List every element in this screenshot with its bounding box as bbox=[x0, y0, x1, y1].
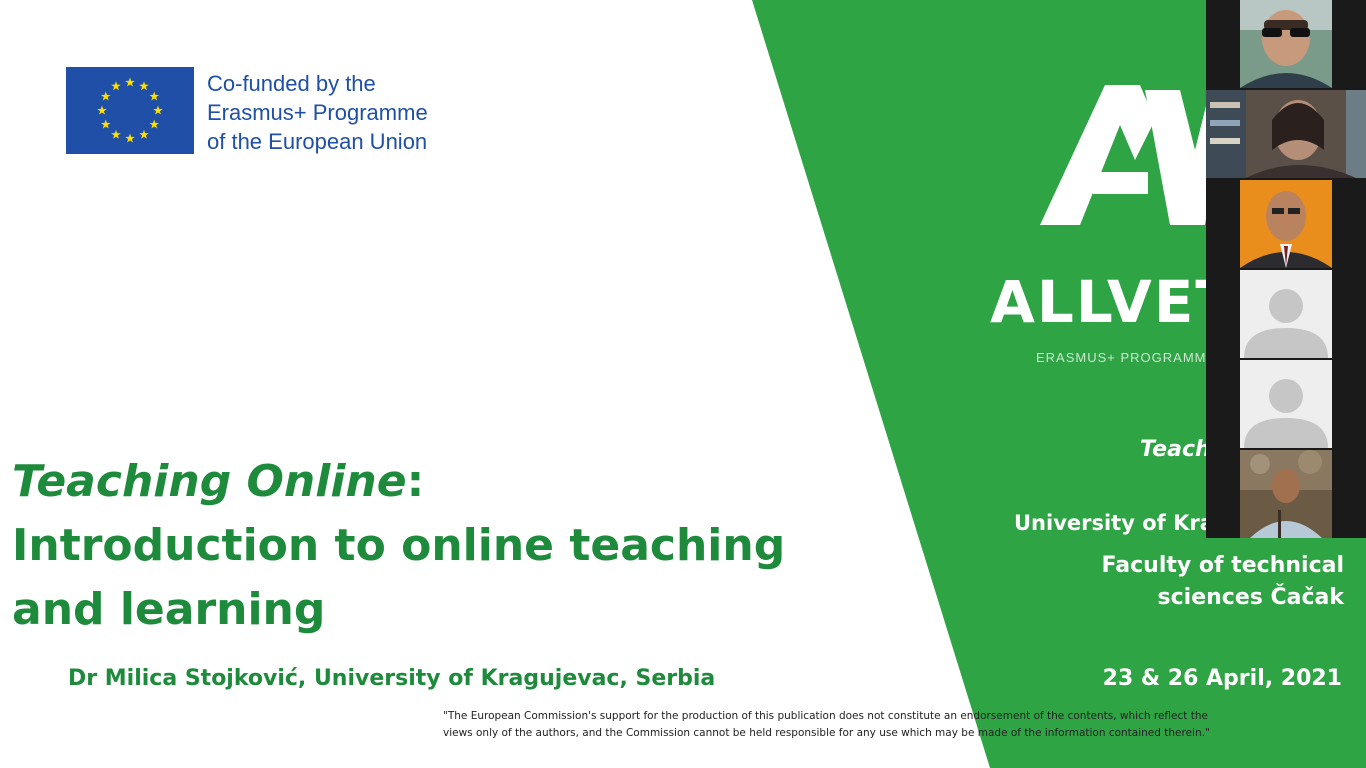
event-date: 23 & 26 April, 2021 bbox=[1102, 666, 1342, 691]
title-line1: Teaching Online: bbox=[12, 450, 912, 514]
faculty-label: Faculty of technical sciences Čačak bbox=[1044, 550, 1344, 614]
presentation-slide: Co-funded by the Erasmus+ Programme of t… bbox=[0, 0, 1366, 768]
participant-video-strip[interactable] bbox=[1206, 0, 1366, 538]
eu-star-icon bbox=[101, 119, 111, 129]
title-line3: and learning bbox=[12, 584, 326, 635]
allvet-av-logo-icon bbox=[1040, 85, 1225, 225]
slide-title: Teaching Online: Introduction to online … bbox=[12, 450, 912, 642]
eu-star-icon bbox=[111, 129, 121, 139]
eu-star-icon bbox=[153, 105, 163, 115]
person-glasses-icon bbox=[1206, 90, 1366, 178]
eu-stars-icon bbox=[97, 77, 163, 143]
eu-star-icon bbox=[139, 81, 149, 91]
person-suit-icon bbox=[1240, 180, 1332, 268]
eu-flag-logo bbox=[66, 67, 194, 154]
eu-star-icon bbox=[149, 91, 159, 101]
eu-cofunded-text: Co-funded by the Erasmus+ Programme of t… bbox=[207, 69, 507, 156]
eu-star-icon bbox=[111, 81, 121, 91]
person-outdoor-icon bbox=[1240, 450, 1332, 538]
disclaimer-line1: "The European Commission's support for t… bbox=[443, 710, 1208, 722]
eu-text-line3: of the European Union bbox=[207, 129, 428, 154]
participant-tile-5[interactable] bbox=[1240, 360, 1332, 448]
eu-star-icon bbox=[101, 91, 111, 101]
eu-star-icon bbox=[125, 77, 135, 87]
eu-disclaimer: "The European Commission's support for t… bbox=[443, 708, 1343, 742]
person-sunglasses-icon bbox=[1240, 0, 1332, 88]
right-university-label: University of Kragujevac bbox=[1014, 511, 1224, 535]
eu-star-icon bbox=[125, 133, 135, 143]
participant-tile-6[interactable] bbox=[1240, 450, 1332, 538]
faculty-line2: sciences Čačak bbox=[1157, 585, 1344, 610]
eu-text-line1: Co-funded by the bbox=[207, 71, 376, 96]
participant-tile-3[interactable] bbox=[1240, 180, 1332, 268]
author-line: Dr Milica Stojković, University of Kragu… bbox=[68, 666, 716, 691]
eu-star-icon bbox=[139, 129, 149, 139]
title-italic: Teaching Online bbox=[12, 456, 407, 507]
eu-star-icon bbox=[149, 119, 159, 129]
default-avatar-icon bbox=[1240, 360, 1332, 448]
title-line2: Introduction to online teaching bbox=[12, 520, 786, 571]
participant-tile-4[interactable] bbox=[1240, 270, 1332, 358]
disclaimer-line2: views only of the authors, and the Commi… bbox=[443, 727, 1210, 739]
right-teaching-label: Teaching bbox=[1140, 437, 1210, 462]
participant-tile-1[interactable] bbox=[1240, 0, 1332, 88]
default-avatar-icon bbox=[1240, 270, 1332, 358]
title-colon: : bbox=[406, 456, 425, 507]
participant-tile-2[interactable] bbox=[1206, 90, 1366, 178]
eu-text-line2: Erasmus+ Programme bbox=[207, 100, 428, 125]
eu-star-icon bbox=[97, 105, 107, 115]
brand-subtitle: ERASMUS+ PROGRAMME bbox=[1036, 350, 1211, 365]
brand-name: ALLVET bbox=[990, 268, 1210, 336]
faculty-line1: Faculty of technical bbox=[1101, 553, 1344, 578]
